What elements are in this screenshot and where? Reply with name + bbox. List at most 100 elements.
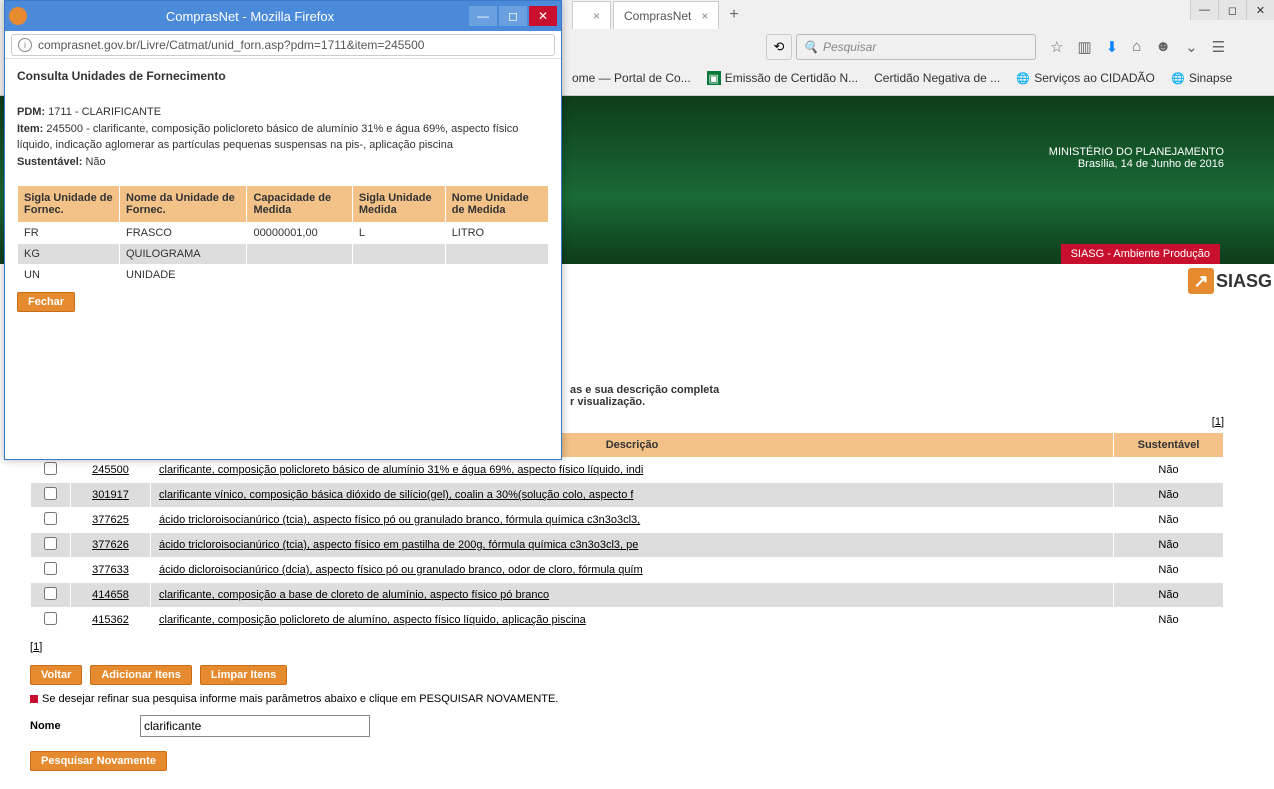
home-icon[interactable]: ⌂ xyxy=(1132,38,1141,56)
pdm-label: PDM: xyxy=(17,106,45,118)
table-row: 415362clarificante, composição policlore… xyxy=(31,608,1224,633)
unit-nome-medida xyxy=(445,264,548,285)
row-code[interactable]: 245500 xyxy=(71,458,151,483)
popup-url-input[interactable]: i comprasnet.gov.br/Livre/Catmat/unid_fo… xyxy=(11,34,555,56)
tab-close-icon[interactable]: × xyxy=(701,9,708,23)
row-description[interactable]: ácido dicloroisocianúrico (dcia), aspect… xyxy=(151,558,1114,583)
bookmark-negativa[interactable]: Certidão Negativa de ... xyxy=(874,71,1000,85)
row-sustentavel: Não xyxy=(1114,583,1224,608)
th-sustentavel: Sustentável xyxy=(1114,433,1224,458)
popup-title-text: ComprasNet - Mozilla Firefox xyxy=(33,9,467,24)
popup-window: ComprasNet - Mozilla Firefox — ◻ ✕ i com… xyxy=(4,0,562,460)
row-description[interactable]: ácido tricloroisocianúrico (tcia), aspec… xyxy=(151,533,1114,558)
unit-nome-fornec: QUILOGRAMA xyxy=(120,243,247,264)
row-sustentavel: Não xyxy=(1114,533,1224,558)
bookmark-star-icon[interactable]: ☆ xyxy=(1050,38,1063,56)
menu-icon[interactable]: ☰ xyxy=(1212,38,1225,56)
bookmark-certidao[interactable]: ▣Emissão de Certidão N... xyxy=(707,71,858,85)
globe-icon: 🌐 xyxy=(1171,71,1185,85)
unit-nome-medida: LITRO xyxy=(445,222,548,243)
window-maximize-button[interactable]: ◻ xyxy=(1218,0,1246,20)
row-code[interactable]: 377633 xyxy=(71,558,151,583)
table-row: 245500clarificante, composição policlore… xyxy=(31,458,1224,483)
tab-close-icon[interactable]: × xyxy=(593,9,600,23)
unit-capacidade xyxy=(247,264,352,285)
row-checkbox[interactable] xyxy=(44,562,57,575)
row-code[interactable]: 377625 xyxy=(71,508,151,533)
item-label: Item: xyxy=(17,123,43,135)
ministry-name: MINISTÉRIO DO PLANEJAMENTO xyxy=(1049,146,1224,158)
pdm-value: 1711 - CLARIFICANTE xyxy=(45,106,161,118)
fechar-button[interactable]: Fechar xyxy=(17,292,75,312)
row-checkbox[interactable] xyxy=(44,612,57,625)
pesquisar-novamente-button[interactable]: Pesquisar Novamente xyxy=(30,751,167,771)
bookmark-cidadao[interactable]: 🌐Serviços ao CIDADÃO xyxy=(1016,71,1155,85)
row-checkbox-cell xyxy=(31,508,71,533)
row-code[interactable]: 414658 xyxy=(71,583,151,608)
limpar-itens-button[interactable]: Limpar Itens xyxy=(200,665,287,685)
row-description[interactable]: clarificante, composição a base de clore… xyxy=(151,583,1114,608)
unit-sigla-fornec: FR xyxy=(18,222,120,243)
search-placeholder: Pesquisar xyxy=(823,40,876,54)
popup-body: Consulta Unidades de Fornecimento PDM: 1… xyxy=(5,59,561,322)
row-description[interactable]: ácido tricloroisocianúrico (tcia), aspec… xyxy=(151,508,1114,533)
bullet-icon xyxy=(30,695,38,703)
row-checkbox[interactable] xyxy=(44,512,57,525)
tab-label: ComprasNet xyxy=(624,9,691,23)
library-icon[interactable]: ▥ xyxy=(1077,38,1091,56)
row-checkbox-cell xyxy=(31,583,71,608)
chat-icon[interactable]: ☻ xyxy=(1155,38,1171,56)
row-checkbox[interactable] xyxy=(44,487,57,500)
row-checkbox-cell xyxy=(31,608,71,633)
row-description[interactable]: clarificante, composição policloreto bás… xyxy=(151,458,1114,483)
row-code[interactable]: 301917 xyxy=(71,483,151,508)
popup-maximize-button[interactable]: ◻ xyxy=(499,6,527,26)
row-sustentavel: Não xyxy=(1114,458,1224,483)
voltar-button[interactable]: Voltar xyxy=(30,665,82,685)
unit-row: FRFRASCO00000001,00LLITRO xyxy=(18,222,549,243)
table-row: 377626ácido tricloroisocianúrico (tcia),… xyxy=(31,533,1224,558)
popup-titlebar[interactable]: ComprasNet - Mozilla Firefox — ◻ ✕ xyxy=(5,1,561,31)
unit-sigla-medida: L xyxy=(352,222,445,243)
row-code[interactable]: 415362 xyxy=(71,608,151,633)
search-input[interactable]: 🔍 Pesquisar xyxy=(796,34,1036,60)
siasg-badge: SIASG - Ambiente Produção xyxy=(1061,244,1220,264)
bookmark-portal[interactable]: ome — Portal de Co... xyxy=(572,71,691,85)
uth-sigla-fornec: Sigla Unidade de Fornec. xyxy=(18,185,120,222)
row-sustentavel: Não xyxy=(1114,558,1224,583)
unit-table: Sigla Unidade de Fornec. Nome da Unidade… xyxy=(17,185,549,286)
row-description[interactable]: clarificante vínico, composição básica d… xyxy=(151,483,1114,508)
downloads-icon[interactable]: ⬇ xyxy=(1106,38,1119,56)
nome-row: Nome xyxy=(30,715,1244,737)
window-close-button[interactable]: ✕ xyxy=(1246,0,1274,20)
page-1-link-bottom[interactable]: 1 xyxy=(33,641,39,653)
item-value: 245500 - clarificante, composição policl… xyxy=(17,123,518,150)
row-checkbox[interactable] xyxy=(44,462,57,475)
popup-urlbar: i comprasnet.gov.br/Livre/Catmat/unid_fo… xyxy=(5,31,561,59)
row-checkbox[interactable] xyxy=(44,537,57,550)
row-sustentavel: Não xyxy=(1114,608,1224,633)
unit-row: KGQUILOGRAMA xyxy=(18,243,549,264)
sustentavel-label: Sustentável: xyxy=(17,156,82,168)
adicionar-itens-button[interactable]: Adicionar Itens xyxy=(90,665,191,685)
popup-minimize-button[interactable]: — xyxy=(469,6,497,26)
unit-row: UNUNIDADE xyxy=(18,264,549,285)
reload-button[interactable]: ⟲ xyxy=(766,34,792,60)
tab-1[interactable]: × xyxy=(572,1,611,29)
unit-capacidade: 00000001,00 xyxy=(247,222,352,243)
page-1-link[interactable]: 1 xyxy=(1215,416,1221,428)
tab-comprasnet[interactable]: ComprasNet × xyxy=(613,1,719,29)
unit-sigla-medida xyxy=(352,243,445,264)
popup-close-button[interactable]: ✕ xyxy=(529,6,557,26)
sustentavel-value: Não xyxy=(82,156,105,168)
bookmark-sinapse[interactable]: 🌐Sinapse xyxy=(1171,71,1232,85)
row-code[interactable]: 377626 xyxy=(71,533,151,558)
new-tab-button[interactable]: + xyxy=(721,6,746,24)
pocket-icon[interactable]: ⌄ xyxy=(1185,38,1198,56)
unit-sigla-fornec: UN xyxy=(18,264,120,285)
window-minimize-button[interactable]: — xyxy=(1190,0,1218,20)
globe-icon: 🌐 xyxy=(1016,71,1030,85)
nome-input[interactable] xyxy=(140,715,370,737)
row-description[interactable]: clarificante, composição policloreto de … xyxy=(151,608,1114,633)
row-checkbox[interactable] xyxy=(44,587,57,600)
